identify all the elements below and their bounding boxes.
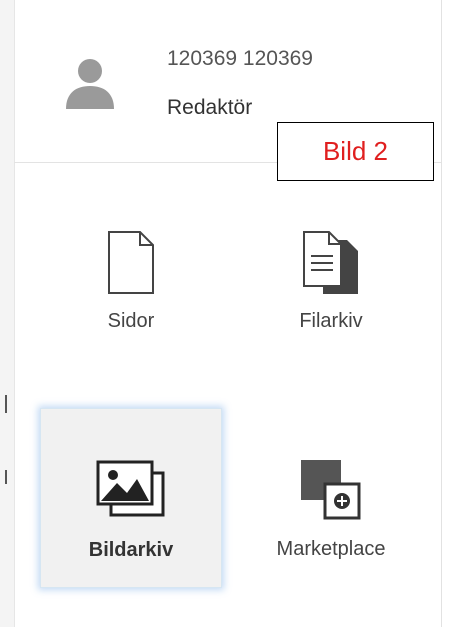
- page-icon: [108, 231, 154, 294]
- tile-label-bildarkiv: Bildarkiv: [88, 539, 174, 561]
- tile-bildarkiv[interactable]: Bildarkiv: [40, 408, 222, 588]
- annotation-label-box: Bild 2: [277, 122, 434, 181]
- tile-marketplace[interactable]: Marketplace: [240, 408, 422, 588]
- user-avatar-icon[interactable]: [60, 53, 120, 113]
- tile-filarkiv[interactable]: Filarkiv: [240, 180, 422, 360]
- tile-label-filarkiv: Filarkiv: [299, 310, 363, 332]
- tile-label-sidor: Sidor: [107, 310, 155, 332]
- panel-right-border: [441, 0, 442, 627]
- strip-mark: [5, 470, 7, 484]
- image-archive-icon: [96, 460, 165, 517]
- left-edge-strip: [0, 0, 15, 627]
- file-archive-icon: [303, 231, 358, 294]
- strip-mark: [5, 395, 7, 413]
- tile-label-marketplace: Marketplace: [276, 538, 386, 560]
- user-role: Redaktör: [167, 96, 253, 119]
- annotation-label: Bild 2: [322, 136, 389, 166]
- user-name: 120369 120369: [167, 47, 313, 70]
- tile-sidor[interactable]: Sidor: [40, 180, 222, 360]
- marketplace-icon: [301, 460, 361, 520]
